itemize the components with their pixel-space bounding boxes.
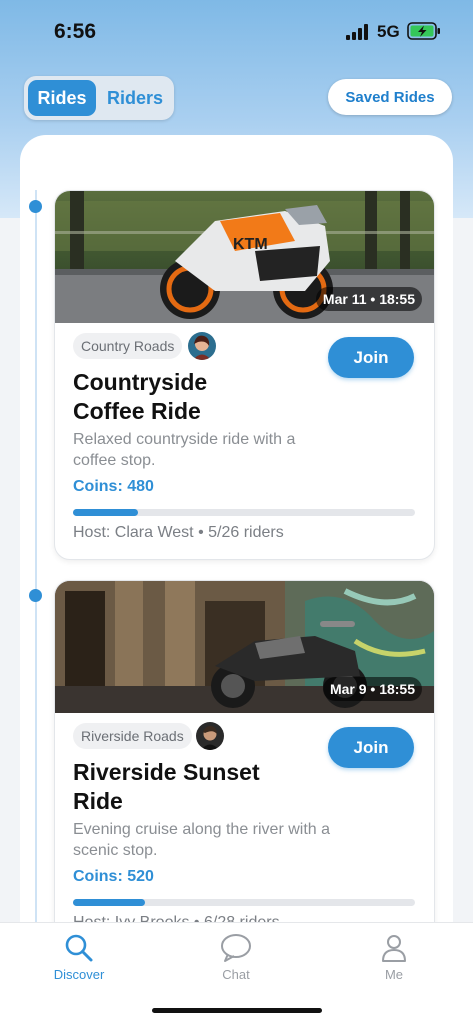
ride-description: Relaxed countryside ride with a coffee s… [73, 431, 296, 469]
ride-card[interactable]: KTM Mar 11 • 18:55 Country Roads Join Co… [54, 190, 435, 560]
riders-progress-bar [73, 899, 415, 906]
ride-title: Countryside Coffee Ride [73, 369, 208, 424]
join-button[interactable]: Join [328, 337, 414, 378]
ride-card[interactable]: Mar 9 • 18:55 Riverside Roads Join River… [54, 580, 435, 950]
tab-chat[interactable]: Chat [181, 923, 291, 993]
riders-progress-bar [73, 509, 415, 516]
ride-host: Host: Clara West • 5/26 riders [73, 524, 284, 541]
status-time: 6:56 [54, 20, 97, 43]
tab-label: Discover [53, 967, 105, 982]
search-icon [64, 933, 94, 963]
timeline-line [35, 190, 37, 950]
tab-label: Chat [222, 967, 250, 982]
host-avatar[interactable] [196, 722, 224, 750]
rides-tab-button[interactable]: Rides [28, 80, 96, 116]
timeline-dot [29, 589, 42, 602]
route-tag: Riverside Roads [73, 723, 192, 749]
svg-text:KTM: KTM [233, 236, 268, 253]
riders-tab-button[interactable]: Riders [100, 80, 170, 116]
battery-icon [407, 22, 441, 45]
ride-title: Riverside Sunset Ride [73, 759, 260, 814]
signal-icon [346, 24, 370, 45]
tab-me[interactable]: Me [339, 923, 449, 993]
progress-fill [73, 509, 138, 516]
join-button[interactable]: Join [328, 727, 414, 768]
status-bar: 6:56 5G [0, 0, 473, 62]
rides-riders-toggle: Rides Riders [24, 76, 174, 120]
person-icon [379, 933, 409, 963]
home-indicator [152, 1008, 322, 1013]
host-avatar[interactable] [188, 332, 216, 360]
network-label: 5G [377, 22, 400, 41]
ride-coins: Coins: 520 [73, 868, 154, 885]
timeline-dot [29, 200, 42, 213]
progress-fill [73, 899, 145, 906]
saved-rides-button[interactable]: Saved Rides [328, 79, 452, 115]
ride-coins: Coins: 480 [73, 478, 154, 495]
tab-label: Me [384, 967, 404, 982]
ride-date-badge: Mar 11 • 18:55 [315, 287, 422, 311]
route-tag: Country Roads [73, 333, 183, 359]
chat-icon [219, 933, 253, 963]
ride-date-badge: Mar 9 • 18:55 [322, 677, 422, 701]
tab-discover[interactable]: Discover [24, 923, 134, 993]
ride-description: Evening cruise along the river with a sc… [73, 821, 331, 859]
